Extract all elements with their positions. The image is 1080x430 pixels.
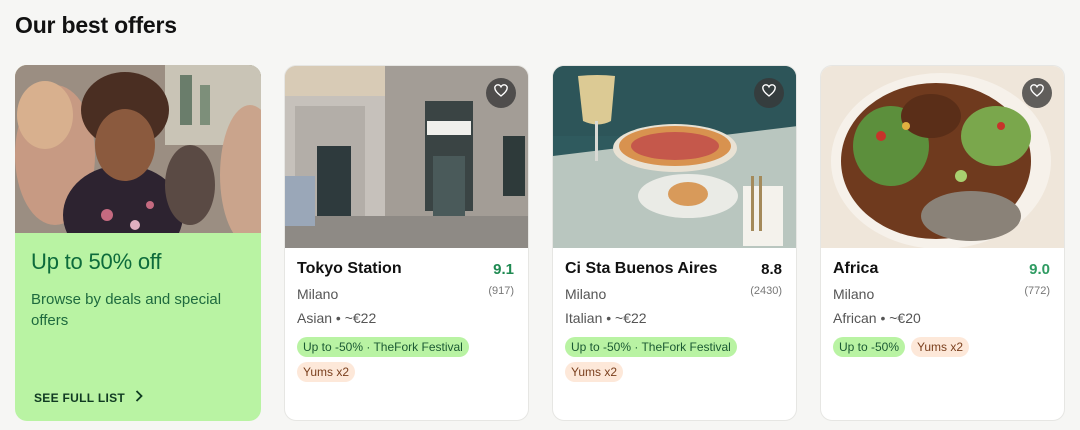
chevron-right-icon bbox=[135, 390, 143, 405]
restaurant-photo bbox=[821, 66, 1064, 248]
review-count: (772) bbox=[1024, 285, 1050, 297]
see-full-list-label: SEE FULL LIST bbox=[34, 390, 126, 405]
heart-icon bbox=[1030, 84, 1044, 102]
offer-tags: Up to -50% Yums x2 bbox=[833, 337, 1052, 357]
restaurant-name[interactable]: Ci Sta Buenos Aires bbox=[565, 260, 784, 278]
restaurant-photo bbox=[553, 66, 796, 248]
promo-photo-illustration bbox=[15, 65, 261, 233]
discount-tag: Up to -50% · TheFork Festival bbox=[297, 337, 469, 357]
discount-tag: Up to -50% · TheFork Festival bbox=[565, 337, 737, 357]
rating-score: 9.0 bbox=[1029, 261, 1050, 278]
cuisine-price: Italian • ~€22 bbox=[565, 310, 647, 326]
see-full-list-link[interactable]: SEE FULL LIST bbox=[34, 390, 143, 405]
promo-photo bbox=[15, 65, 261, 233]
rating-score: 8.8 bbox=[761, 261, 782, 278]
offer-tags: Up to -50% · TheFork Festival Yums x2 bbox=[565, 337, 784, 382]
review-count: (917) bbox=[488, 285, 514, 297]
restaurant-card[interactable]: Africa 9.0 (772) Milano African • ~€20 U… bbox=[820, 65, 1065, 421]
favorite-button[interactable] bbox=[486, 78, 516, 108]
yums-tag: Yums x2 bbox=[565, 362, 624, 382]
favorite-button[interactable] bbox=[1022, 78, 1052, 108]
discount-tag: Up to -50% bbox=[833, 337, 906, 357]
cuisine-price: African • ~€20 bbox=[833, 310, 921, 326]
restaurant-card[interactable]: Ci Sta Buenos Aires 8.8 (2430) Milano It… bbox=[552, 65, 797, 421]
restaurant-city: Milano bbox=[833, 286, 875, 302]
section-title: Our best offers bbox=[15, 12, 177, 38]
heart-icon bbox=[494, 84, 508, 102]
promo-title: Up to 50% off bbox=[31, 249, 162, 274]
yums-tag: Yums x2 bbox=[297, 362, 356, 382]
restaurant-city: Milano bbox=[297, 286, 339, 302]
yums-tag: Yums x2 bbox=[911, 337, 970, 357]
promo-card[interactable]: Up to 50% off Browse by deals and specia… bbox=[15, 65, 261, 421]
review-count: (2430) bbox=[750, 285, 782, 297]
offer-tags: Up to -50% · TheFork Festival Yums x2 bbox=[297, 337, 516, 382]
cuisine-price: Asian • ~€22 bbox=[297, 310, 377, 326]
favorite-button[interactable] bbox=[754, 78, 784, 108]
heart-icon bbox=[762, 84, 776, 102]
rating-score: 9.1 bbox=[493, 261, 514, 278]
restaurant-card[interactable]: Tokyo Station 9.1 (917) Milano Asian • ~… bbox=[284, 65, 529, 421]
restaurant-name[interactable]: Tokyo Station bbox=[297, 260, 516, 278]
restaurant-name[interactable]: Africa bbox=[833, 260, 1052, 278]
restaurant-photo bbox=[285, 66, 528, 248]
promo-subtitle: Browse by deals and special offers bbox=[31, 291, 222, 329]
